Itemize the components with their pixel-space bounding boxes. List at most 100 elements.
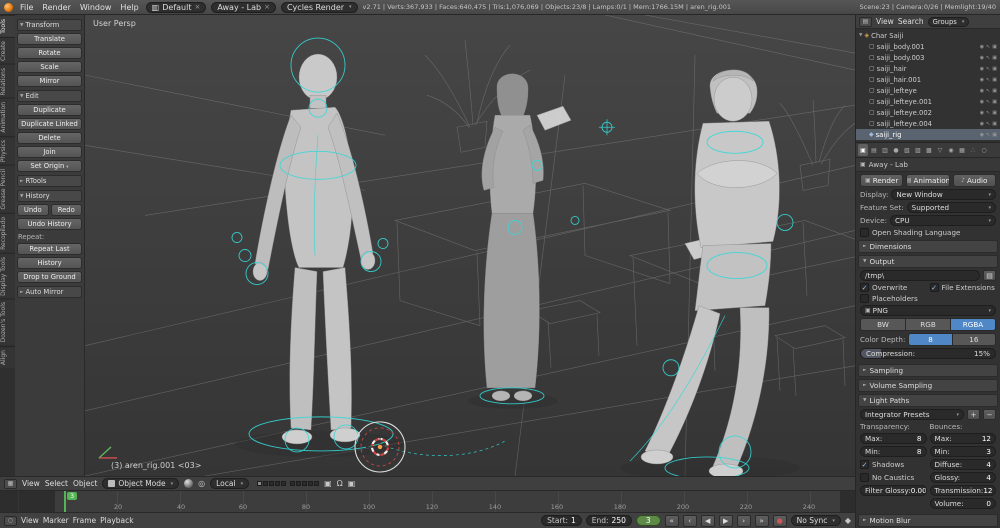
light-paths-panel-header[interactable]: ▼Light Paths — [858, 394, 998, 407]
selectable-icon[interactable]: ↖ — [986, 44, 990, 50]
layer-buttons[interactable] — [257, 481, 319, 486]
unlink-scene-icon[interactable]: × — [264, 3, 270, 11]
motion-blur-panel-header[interactable]: ►Motion Blur — [858, 514, 998, 527]
render-visibility-icon[interactable]: ▣ — [992, 110, 997, 116]
selectable-icon[interactable]: ↖ — [986, 55, 990, 61]
overwrite-checkbox[interactable]: ✓ — [860, 283, 869, 292]
tab-texture-icon[interactable]: ▦ — [957, 144, 967, 156]
render-camera-icon[interactable]: ▣ — [348, 479, 356, 488]
drop-to-ground-button[interactable]: Drop to Ground — [17, 271, 82, 283]
animation-button[interactable]: ▤Animation — [906, 174, 949, 187]
file-extensions-checkbox[interactable]: ✓ — [930, 283, 939, 292]
jump-to-start-button[interactable]: « — [665, 515, 679, 527]
sampling-panel-header[interactable]: ►Sampling — [858, 364, 998, 377]
tab-world-icon[interactable]: ● — [891, 144, 901, 156]
volume-bounces-field[interactable]: Volume:0 — [930, 498, 997, 509]
auto-mirror-panel-header[interactable]: ►Auto Mirror — [17, 286, 82, 298]
output-panel-header[interactable]: ▼Output — [858, 255, 998, 268]
viewport-shading-icon[interactable] — [184, 479, 193, 488]
depth-16-button[interactable]: 16 — [953, 334, 995, 345]
tab-modifiers-icon[interactable]: ▩ — [924, 144, 934, 156]
render-engine-selector[interactable]: Cycles Render ▾ — [281, 2, 358, 13]
tab-particles-icon[interactable]: ∴ — [968, 144, 978, 156]
color-rgb-button[interactable]: RGB — [906, 319, 951, 330]
scene-lock-icon[interactable]: ▣ — [324, 479, 332, 488]
bounces-max-field[interactable]: Max:12 — [930, 433, 997, 444]
scene-selector[interactable]: Away - Lab × — [211, 2, 276, 13]
render-visibility-icon[interactable]: ▣ — [992, 88, 997, 94]
shadows-checkbox[interactable]: ✓ — [860, 460, 869, 469]
device-selector[interactable]: CPU▾ — [890, 215, 996, 226]
render-button[interactable]: ▣Render — [860, 174, 903, 187]
folder-icon[interactable]: ▤ — [983, 270, 996, 281]
render-visibility-icon[interactable]: ▣ — [992, 55, 997, 61]
history-panel-header[interactable]: ▼History — [17, 190, 82, 202]
audio-button[interactable]: ♪Audio — [953, 174, 996, 187]
outliner-group-row[interactable]: ▼ ◈ Char Saiji — [856, 30, 1000, 41]
view-menu[interactable]: View — [22, 479, 40, 488]
tab-recopilado[interactable]: Recopilado — [0, 213, 15, 253]
prev-keyframe-button[interactable]: ‹ — [683, 515, 697, 527]
selectable-icon[interactable]: ↖ — [986, 110, 990, 116]
placeholders-checkbox[interactable] — [860, 294, 869, 303]
file-format-selector[interactable]: ▣PNG▾ — [860, 305, 996, 316]
render-visibility-icon[interactable]: ▣ — [992, 77, 997, 83]
end-frame-field[interactable]: End:250 — [586, 515, 632, 526]
menu-help[interactable]: Help — [118, 3, 140, 12]
selectable-icon[interactable]: ↖ — [986, 77, 990, 83]
layer-5[interactable] — [281, 481, 286, 486]
glossy-bounces-field[interactable]: Glossy:4 — [930, 472, 997, 483]
timeline-playback-menu[interactable]: Playback — [100, 516, 133, 525]
tab-create[interactable]: Create — [0, 37, 15, 64]
keying-set-icon[interactable]: ◆ — [845, 516, 851, 525]
snap-magnet-icon[interactable]: Ω — [337, 479, 343, 488]
join-button[interactable]: Join — [17, 146, 82, 158]
repeat-last-button[interactable]: Repeat Last — [17, 243, 82, 255]
color-bw-button[interactable]: BW — [861, 319, 906, 330]
render-visibility-icon[interactable]: ▣ — [992, 66, 997, 72]
duplicate-button[interactable]: Duplicate — [17, 104, 82, 116]
transform-panel-header[interactable]: ▼Transform — [17, 19, 82, 31]
eye-icon[interactable]: ◉ — [980, 121, 984, 127]
timeline-marker-menu[interactable]: Marker — [43, 516, 69, 525]
tab-tools[interactable]: Tools — [0, 15, 15, 37]
transparency-min-field[interactable]: Min:8 — [860, 446, 927, 457]
outliner-item-row[interactable]: ▢saiji_lefteye◉↖▣ — [856, 85, 1000, 96]
set-origin-button[interactable]: Set Origin▾ — [17, 160, 82, 172]
filter-glossy-field[interactable]: Filter Glossy:0.00 — [860, 485, 927, 496]
play-reverse-button[interactable]: ◀ — [701, 515, 715, 527]
integrator-presets-selector[interactable]: Integrator Presets▾ — [860, 409, 964, 420]
tab-render-icon[interactable]: ▣ — [858, 144, 868, 156]
outliner-item-row[interactable]: ▢saiji_hair.001◉↖▣ — [856, 74, 1000, 85]
tab-display-tools[interactable]: Display Tools — [0, 253, 15, 299]
tab-object-data-icon[interactable]: ▽ — [935, 144, 945, 156]
outliner-item-row-selected[interactable]: ◆saiji_rig◉↖▣ — [856, 129, 1000, 140]
rtools-panel-header[interactable]: ►RTools — [17, 175, 82, 187]
current-frame-marker[interactable]: 3 — [64, 491, 66, 512]
tab-scene-icon[interactable]: ▥ — [880, 144, 890, 156]
timeline-frame-menu[interactable]: Frame — [73, 516, 96, 525]
viewport-3d[interactable]: User Persp (3) aren_rig.001 <03> — [85, 15, 855, 476]
bounces-min-field[interactable]: Min:3 — [930, 446, 997, 457]
remove-preset-button[interactable]: − — [983, 409, 996, 420]
tab-object-icon[interactable]: ▧ — [902, 144, 912, 156]
selectable-icon[interactable]: ↖ — [986, 88, 990, 94]
undo-button[interactable]: Undo — [17, 204, 49, 216]
timeline-ruler[interactable]: 20 40 60 80 100 120 140 160 180 200 220 … — [0, 490, 855, 512]
layer-8[interactable] — [302, 481, 307, 486]
outliner-item-row[interactable]: ▢saiji_body.003◉↖▣ — [856, 52, 1000, 63]
editor-type-3dview-icon[interactable]: ▦ — [4, 479, 17, 489]
eye-icon[interactable]: ◉ — [980, 88, 984, 94]
layer-3[interactable] — [269, 481, 274, 486]
diffuse-bounces-field[interactable]: Diffuse:4 — [930, 459, 997, 470]
compression-slider[interactable]: Compression: 15% — [860, 348, 996, 359]
tab-physics-icon[interactable]: ○ — [979, 144, 989, 156]
tab-animation[interactable]: Animation — [0, 98, 15, 136]
selectable-icon[interactable]: ↖ — [986, 99, 990, 105]
expand-icon[interactable]: ▼ — [859, 33, 862, 38]
blender-logo-icon[interactable] — [4, 3, 13, 12]
rotate-button[interactable]: Rotate — [17, 47, 82, 59]
tab-align[interactable]: Align — [0, 346, 15, 368]
selectable-icon[interactable]: ↖ — [986, 121, 990, 127]
osl-checkbox[interactable] — [860, 228, 869, 237]
